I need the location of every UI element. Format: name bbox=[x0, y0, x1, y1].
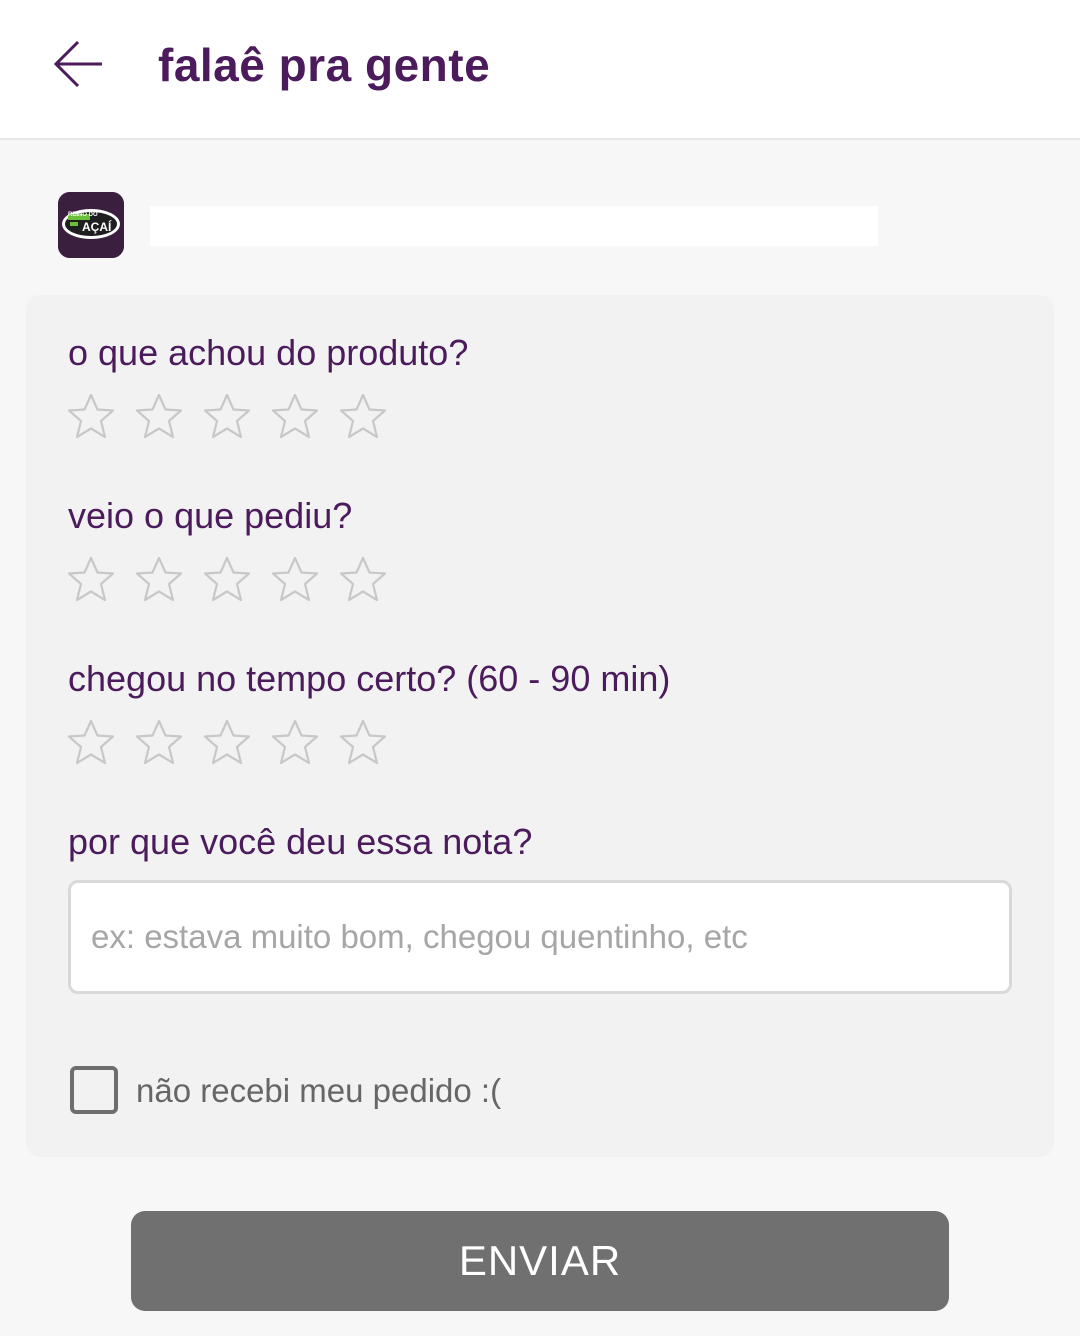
star-icon[interactable] bbox=[134, 392, 184, 442]
store-name-placeholder bbox=[150, 206, 878, 246]
star-icon[interactable] bbox=[134, 555, 184, 605]
star-icon[interactable] bbox=[66, 718, 116, 768]
star-icon[interactable] bbox=[202, 392, 252, 442]
star-icon[interactable] bbox=[338, 392, 388, 442]
store-logo-text-main: AÇAÍ bbox=[82, 220, 112, 234]
star-icon[interactable] bbox=[134, 718, 184, 768]
star-icon[interactable] bbox=[66, 555, 116, 605]
star-icon[interactable] bbox=[66, 392, 116, 442]
question-order-correct: veio o que pediu? bbox=[68, 495, 353, 536]
send-button[interactable]: ENVIAR bbox=[131, 1211, 949, 1311]
star-icon[interactable] bbox=[338, 718, 388, 768]
comment-input[interactable] bbox=[68, 880, 1012, 994]
star-icon[interactable] bbox=[270, 718, 320, 768]
rating-stars-product bbox=[66, 392, 406, 442]
star-icon[interactable] bbox=[202, 718, 252, 768]
rating-stars-time bbox=[66, 718, 406, 768]
star-icon[interactable] bbox=[270, 555, 320, 605]
back-button[interactable] bbox=[52, 36, 108, 92]
star-icon[interactable] bbox=[270, 392, 320, 442]
star-icon[interactable] bbox=[338, 555, 388, 605]
page-title: falaê pra gente bbox=[158, 39, 491, 91]
rating-stars-order bbox=[66, 555, 406, 605]
question-delivery-time: chegou no tempo certo? (60 - 90 min) bbox=[68, 658, 671, 699]
store-logo: REINO DO AÇAÍ bbox=[58, 192, 124, 258]
star-icon[interactable] bbox=[202, 555, 252, 605]
store-logo-text-top: REINO DO bbox=[68, 212, 98, 218]
comment-label: por que você deu essa nota? bbox=[68, 821, 533, 862]
not-received-label: não recebi meu pedido :( bbox=[136, 1072, 502, 1109]
not-received-checkbox[interactable] bbox=[70, 1066, 118, 1114]
app-bar: falaê pra gente bbox=[0, 0, 1080, 140]
arrow-left-icon bbox=[53, 40, 102, 88]
question-product: o que achou do produto? bbox=[68, 332, 469, 373]
